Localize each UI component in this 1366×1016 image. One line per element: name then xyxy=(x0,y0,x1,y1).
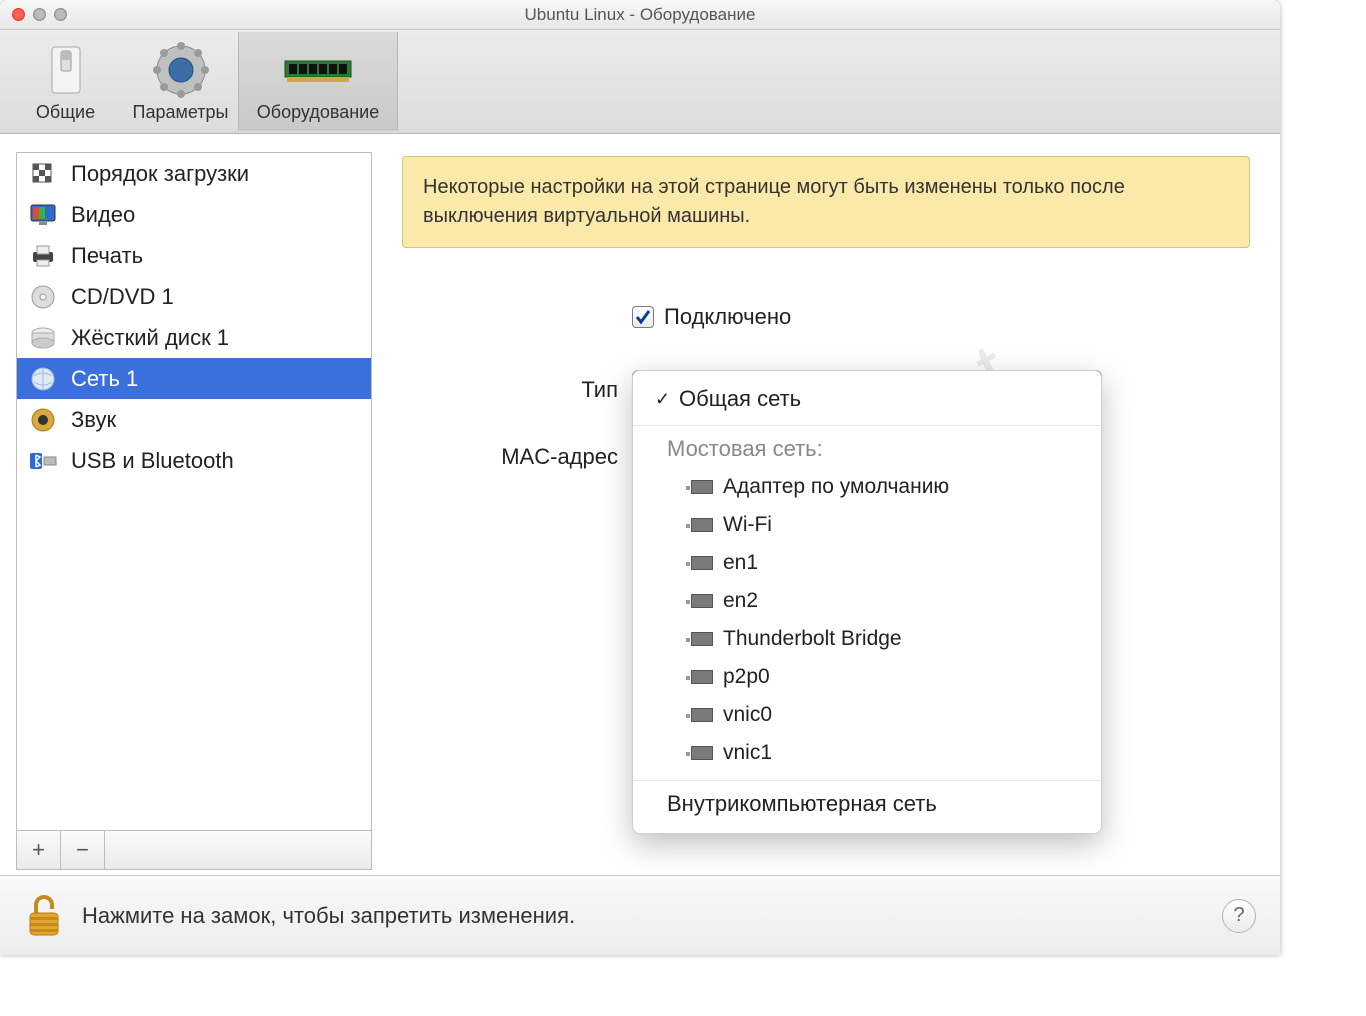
lock-icon[interactable] xyxy=(24,893,64,939)
disc-icon xyxy=(29,283,57,311)
connected-checkbox[interactable] xyxy=(632,306,654,328)
sidebar-item-label: Сеть 1 xyxy=(71,366,138,392)
hardware-sidebar: Порядок загрузки Видео Печать xyxy=(16,152,372,870)
nic-icon xyxy=(691,480,713,494)
dropdown-item-hostonly[interactable]: Внутрикомпьютерная сеть xyxy=(633,780,1101,823)
dropdown-item-label: en2 xyxy=(723,589,758,613)
tab-hardware-label: Оборудование xyxy=(239,98,397,131)
dropdown-item-label: Wi-Fi xyxy=(723,513,772,537)
sidebar-item-hdd[interactable]: Жёсткий диск 1 xyxy=(17,317,371,358)
tab-general[interactable]: Общие xyxy=(8,32,123,131)
dropdown-item-label: vnic1 xyxy=(723,741,772,765)
help-button[interactable]: ? xyxy=(1222,899,1256,933)
switch-icon xyxy=(9,42,122,98)
sidebar-item-sound[interactable]: Звук xyxy=(17,399,371,440)
gear-icon xyxy=(124,42,237,98)
dropdown-item-label: Внутрикомпьютерная сеть xyxy=(667,791,937,816)
dropdown-item-bridge-default[interactable]: Адаптер по умолчанию xyxy=(633,468,1101,506)
add-device-button[interactable]: + xyxy=(17,831,61,869)
dropdown-item-bridge-wifi[interactable]: Wi-Fi xyxy=(633,506,1101,544)
tab-options-label: Параметры xyxy=(124,98,237,131)
lock-message: Нажмите на замок, чтобы запретить измене… xyxy=(82,903,1204,929)
type-label: Тип xyxy=(402,377,632,403)
sidebar-item-label: CD/DVD 1 xyxy=(71,284,174,310)
monitor-icon xyxy=(29,201,57,229)
footer: Нажмите на замок, чтобы запретить измене… xyxy=(0,875,1280,955)
hdd-icon xyxy=(29,324,57,352)
network-type-select[interactable]: ✓ Общая сеть Мостовая сеть: Адаптер по у… xyxy=(632,370,1102,410)
nic-icon xyxy=(691,518,713,532)
sidebar-item-label: USB и Bluetooth xyxy=(71,448,234,474)
nic-icon xyxy=(691,670,713,684)
dropdown-item-bridge-en1[interactable]: en1 xyxy=(633,544,1101,582)
dropdown-item-bridge-vnic1[interactable]: vnic1 xyxy=(633,734,1101,772)
tab-options[interactable]: Параметры xyxy=(123,32,238,131)
sidebar-item-bootorder[interactable]: Порядок загрузки xyxy=(17,153,371,194)
connected-label: Подключено xyxy=(664,304,791,330)
window-title: Ubuntu Linux - Оборудование xyxy=(0,5,1280,25)
dropdown-item-label: Общая сеть xyxy=(679,386,801,412)
dropdown-item-shared[interactable]: ✓ Общая сеть xyxy=(633,379,1101,419)
sidebar-item-print[interactable]: Печать xyxy=(17,235,371,276)
dropdown-item-bridge-vnic0[interactable]: vnic0 xyxy=(633,696,1101,734)
dropdown-item-label: vnic0 xyxy=(723,703,772,727)
dropdown-item-bridge-thunderbolt[interactable]: Thunderbolt Bridge xyxy=(633,620,1101,658)
mac-label: MAC-адрес xyxy=(402,444,632,470)
speaker-icon xyxy=(29,406,57,434)
sidebar-item-label: Видео xyxy=(71,202,135,228)
printer-icon xyxy=(29,242,57,270)
dropdown-item-label: p2p0 xyxy=(723,665,770,689)
dropdown-item-bridge-en2[interactable]: en2 xyxy=(633,582,1101,620)
dropdown-item-label: Thunderbolt Bridge xyxy=(723,627,902,651)
globe-icon xyxy=(29,365,57,393)
remove-device-button[interactable]: − xyxy=(61,831,105,869)
sidebar-item-video[interactable]: Видео xyxy=(17,194,371,235)
flag-icon xyxy=(29,160,57,188)
sidebar-item-network[interactable]: Сеть 1 xyxy=(17,358,371,399)
warning-banner: Некоторые настройки на этой странице мог… xyxy=(402,156,1250,248)
content: Порядок загрузки Видео Печать xyxy=(0,134,1280,875)
usb-bluetooth-icon xyxy=(29,447,57,475)
dropdown-section-bridge: Мостовая сеть: xyxy=(633,425,1101,468)
network-type-dropdown: ✓ Общая сеть Мостовая сеть: Адаптер по у… xyxy=(632,370,1102,834)
sidebar-item-label: Жёсткий диск 1 xyxy=(71,325,229,351)
sidebar-item-label: Порядок загрузки xyxy=(71,161,249,187)
sidebar-footer: + − xyxy=(16,830,372,870)
sidebar-item-label: Печать xyxy=(71,243,143,269)
nic-icon xyxy=(691,594,713,608)
tab-general-label: Общие xyxy=(9,98,122,131)
settings-window: Ubuntu Linux - Оборудование Общие xyxy=(0,0,1280,955)
sidebar-item-label: Звук xyxy=(71,407,116,433)
nic-icon xyxy=(691,746,713,760)
titlebar: Ubuntu Linux - Оборудование xyxy=(0,0,1280,30)
main-panel: codeby.net Некоторые настройки на этой с… xyxy=(372,134,1280,875)
nic-icon xyxy=(691,556,713,570)
toolbar: Общие Параметры xyxy=(0,30,1280,134)
dropdown-item-label: Адаптер по умолчанию xyxy=(723,475,949,499)
sidebar-item-cddvd[interactable]: CD/DVD 1 xyxy=(17,276,371,317)
ram-icon xyxy=(239,42,397,98)
hardware-list: Порядок загрузки Видео Печать xyxy=(16,152,372,830)
dropdown-item-label: en1 xyxy=(723,551,758,575)
checkmark-icon: ✓ xyxy=(655,389,679,410)
nic-icon xyxy=(691,632,713,646)
dropdown-item-bridge-p2p0[interactable]: p2p0 xyxy=(633,658,1101,696)
sidebar-item-usb[interactable]: USB и Bluetooth xyxy=(17,440,371,481)
nic-icon xyxy=(691,708,713,722)
tab-hardware[interactable]: Оборудование xyxy=(238,32,398,131)
